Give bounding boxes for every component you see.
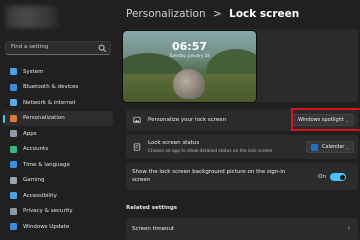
accessibility-icon [10,192,17,199]
signin-background-toggle[interactable] [330,173,346,181]
search-input[interactable]: Find a setting [5,41,111,55]
sidebar-item-personalization[interactable]: Personalization [3,110,113,126]
sidebar-item-label: Personalization [23,115,65,122]
sidebar-item-label: Apps [23,130,37,137]
search-placeholder: Find a setting [11,44,49,50]
update-icon [10,223,17,230]
sidebar-nav: System Bluetooth & devices Network & inter… [0,64,116,235]
search-icon[interactable] [98,44,107,53]
apps-icon [10,130,17,137]
highlight-box [291,108,360,131]
person-icon [10,145,17,153]
sidebar-item-label: Gaming [23,177,45,184]
brush-icon [10,114,17,122]
lock-screen-preview: 06:57 Tuesday, January 18 [122,30,257,103]
sidebar: Find a setting System Bluetooth & devices… [0,0,116,240]
sidebar-item-label: Bluetooth & devices [23,84,79,91]
sidebar-item-label: Network & internet [23,99,76,106]
bluetooth-icon [10,83,17,91]
breadcrumb-parent[interactable]: Personalization [126,8,206,20]
sidebar-item-windows-update[interactable]: Windows Update [0,219,116,235]
lock-screen-status-row[interactable]: Lock screen status Choose an app to show… [126,135,358,159]
screen-timeout-label: Screen timeout [132,226,175,232]
picture-icon [133,116,141,124]
sidebar-item-label: System [23,68,44,75]
signin-title-line2: screen [132,177,151,183]
monitor-icon [10,68,17,75]
signin-title-line1: Show the lock screen background picture … [132,169,286,175]
globe-clock-icon [10,161,17,168]
sidebar-item-label: Accessibility [23,192,57,199]
sidebar-item-system[interactable]: System [0,64,116,80]
chevron-down-icon: ⌄ [345,145,349,150]
sidebar-item-gaming[interactable]: Gaming [0,173,116,189]
personalize-title: Personalize your lock screen [148,117,227,123]
sidebar-item-time-language[interactable]: Time & language [0,157,116,173]
page-title: Lock screen [229,8,300,20]
sidebar-item-accessibility[interactable]: Accessibility [0,188,116,204]
sidebar-item-label: Time & language [23,161,70,168]
account-avatar[interactable] [6,6,58,28]
dropdown-value: Calendar [322,144,345,150]
sidebar-item-bluetooth-devices[interactable]: Bluetooth & devices [0,80,116,96]
related-settings-heading: Related settings [126,205,178,211]
breadcrumb-separator: > [212,8,222,20]
sidebar-item-network-internet[interactable]: Network & internet [0,95,116,111]
status-icon [133,143,141,151]
sidebar-item-label: Windows Update [23,223,70,230]
sidebar-item-label: Privacy & security [23,208,73,215]
sidebar-item-apps[interactable]: Apps [0,126,116,142]
signin-background-row[interactable]: Show the lock screen background picture … [126,163,358,190]
sidebar-item-privacy-security[interactable]: Privacy & security [0,204,116,220]
sidebar-item-label: Accounts [23,146,49,153]
wifi-icon [10,99,17,106]
toggle-knob [339,174,345,180]
personalize-lock-screen-row[interactable]: Personalize your lock screen Windows spo… [126,108,360,131]
breadcrumb: Personalization > Lock screen [126,8,299,20]
status-app-dropdown[interactable]: Calendar ⌄ [306,141,354,153]
calendar-icon [311,144,318,151]
preview-date: Tuesday, January 18 [169,53,210,58]
toggle-state-label: On [318,174,326,180]
status-title: Lock screen status [148,140,200,146]
preview-time: 06:57 [171,40,207,53]
screen-timeout-row[interactable]: Screen timeout › [126,218,358,240]
chevron-right-icon: › [347,225,350,232]
sidebar-item-accounts[interactable]: Accounts [0,142,116,158]
status-subtitle: Choose an app to show detailed status on… [148,149,273,154]
preview-rock [173,69,205,99]
gamepad-icon [10,176,17,184]
shield-icon [10,207,17,215]
